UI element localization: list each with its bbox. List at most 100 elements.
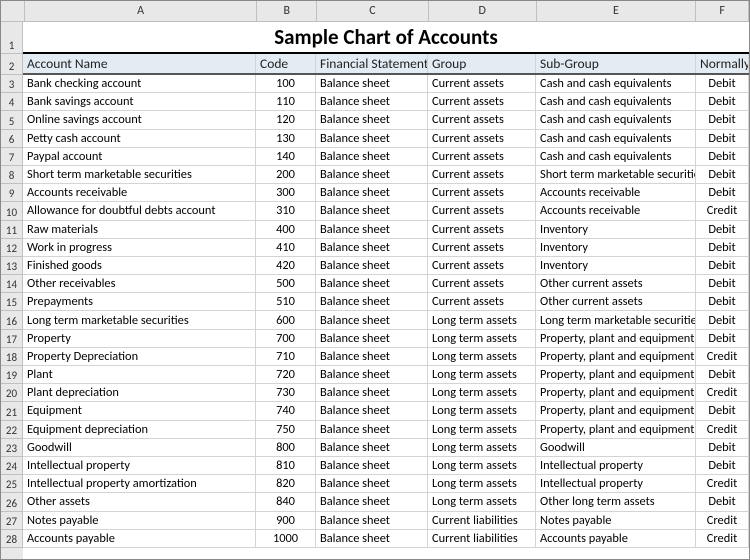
cell-sub-group[interactable]: Property, plant and equipment — [536, 421, 696, 438]
cell-financial-statement[interactable]: Balance sheet — [316, 311, 428, 328]
row-head-28[interactable]: 28 — [1, 530, 23, 548]
cell-code[interactable]: 800 — [256, 439, 316, 456]
cell-account-name[interactable]: Intellectual property — [23, 457, 256, 474]
cell-code[interactable]: 600 — [256, 311, 316, 328]
cell-code[interactable]: 300 — [256, 184, 316, 201]
cell-financial-statement[interactable]: Balance sheet — [316, 239, 428, 256]
cell-group[interactable]: Long term assets — [428, 475, 536, 492]
col-head-F[interactable]: F — [696, 1, 749, 21]
cell-group[interactable]: Long term assets — [428, 402, 536, 419]
cell-account-name[interactable]: Equipment — [23, 402, 256, 419]
cell-account-name[interactable]: Long term marketable securities — [23, 311, 256, 328]
cell-group[interactable]: Long term assets — [428, 348, 536, 365]
cell-sub-group[interactable]: Accounts payable — [536, 530, 696, 547]
sheet-title[interactable]: Sample Chart of Accounts — [23, 22, 749, 52]
cell-group[interactable]: Current assets — [428, 275, 536, 292]
cell-sub-group[interactable]: Property, plant and equipment — [536, 330, 696, 347]
cell-financial-statement[interactable]: Balance sheet — [316, 384, 428, 401]
cell-sub-group[interactable]: Accounts receivable — [536, 184, 696, 201]
cell-code[interactable]: 130 — [256, 130, 316, 147]
row-head-19[interactable]: 19 — [1, 366, 23, 384]
cell-financial-statement[interactable]: Balance sheet — [316, 475, 428, 492]
row-head-5[interactable]: 5 — [1, 111, 23, 129]
cell-code[interactable]: 730 — [256, 384, 316, 401]
cell-normally[interactable]: Debit — [696, 239, 749, 256]
cell-account-name[interactable]: Paypal account — [23, 148, 256, 165]
cell-account-name[interactable]: Goodwill — [23, 439, 256, 456]
cell-normally[interactable]: Debit — [696, 330, 749, 347]
cell-account-name[interactable]: Intellectual property amortization — [23, 475, 256, 492]
col-head-E[interactable]: E — [537, 1, 697, 21]
cell-sub-group[interactable]: Goodwill — [536, 439, 696, 456]
cell-group[interactable]: Current assets — [428, 239, 536, 256]
header-normally[interactable]: Normally — [696, 54, 749, 73]
cell-group[interactable]: Long term assets — [428, 493, 536, 510]
cell-sub-group[interactable]: Cash and cash equivalents — [536, 130, 696, 147]
cell-account-name[interactable]: Accounts receivable — [23, 184, 256, 201]
cell-group[interactable]: Current liabilities — [428, 530, 536, 547]
col-head-A[interactable]: A — [25, 1, 257, 21]
cell-account-name[interactable]: Prepayments — [23, 293, 256, 310]
cell-group[interactable]: Long term assets — [428, 366, 536, 383]
cell-normally[interactable]: Debit — [696, 111, 749, 128]
cell-financial-statement[interactable]: Balance sheet — [316, 275, 428, 292]
cell-code[interactable]: 750 — [256, 421, 316, 438]
cell-normally[interactable]: Credit — [696, 421, 749, 438]
cell-group[interactable]: Current assets — [428, 257, 536, 274]
col-head-C[interactable]: C — [317, 1, 429, 21]
cell-sub-group[interactable]: Inventory — [536, 239, 696, 256]
cell-normally[interactable]: Debit — [696, 75, 749, 92]
cell-code[interactable]: 100 — [256, 75, 316, 92]
cell-group[interactable]: Current assets — [428, 293, 536, 310]
col-head-B[interactable]: B — [257, 1, 317, 21]
header-sub-group[interactable]: Sub-Group — [536, 54, 696, 73]
row-head-11[interactable]: 11 — [1, 221, 23, 239]
row-head-26[interactable]: 26 — [1, 493, 23, 511]
cell-normally[interactable]: Credit — [696, 384, 749, 401]
cell-group[interactable]: Long term assets — [428, 330, 536, 347]
cell-account-name[interactable]: Notes payable — [23, 512, 256, 529]
cell-account-name[interactable]: Plant depreciation — [23, 384, 256, 401]
cell-group[interactable]: Long term assets — [428, 311, 536, 328]
cell-normally[interactable]: Debit — [696, 293, 749, 310]
cell-financial-statement[interactable]: Balance sheet — [316, 421, 428, 438]
cell-code[interactable]: 120 — [256, 111, 316, 128]
header-financial-statement[interactable]: Financial Statement — [316, 54, 428, 73]
cell-financial-statement[interactable]: Balance sheet — [316, 330, 428, 347]
cell-normally[interactable]: Credit — [696, 348, 749, 365]
cell-normally[interactable]: Debit — [696, 275, 749, 292]
row-head-4[interactable]: 4 — [1, 93, 23, 111]
cell-financial-statement[interactable]: Balance sheet — [316, 366, 428, 383]
cell-sub-group[interactable]: Long term marketable securities — [536, 311, 696, 328]
cell-sub-group[interactable]: Cash and cash equivalents — [536, 148, 696, 165]
cell-code[interactable]: 510 — [256, 293, 316, 310]
cell-account-name[interactable]: Raw materials — [23, 221, 256, 238]
cell-sub-group[interactable]: Inventory — [536, 257, 696, 274]
row-head-10[interactable]: 10 — [1, 202, 23, 220]
cell-account-name[interactable]: Equipment depreciation — [23, 421, 256, 438]
cell-code[interactable]: 140 — [256, 148, 316, 165]
cell-sub-group[interactable]: Inventory — [536, 221, 696, 238]
cell-normally[interactable]: Credit — [696, 512, 749, 529]
row-head-18[interactable]: 18 — [1, 348, 23, 366]
cell-financial-statement[interactable]: Balance sheet — [316, 202, 428, 219]
cell-sub-group[interactable]: Intellectual property — [536, 457, 696, 474]
cell-code[interactable]: 400 — [256, 221, 316, 238]
cell-normally[interactable]: Debit — [696, 493, 749, 510]
row-head-15[interactable]: 15 — [1, 293, 23, 311]
row-head-16[interactable]: 16 — [1, 311, 23, 329]
cell-financial-statement[interactable]: Balance sheet — [316, 93, 428, 110]
cell-normally[interactable]: Debit — [696, 402, 749, 419]
cell-financial-statement[interactable]: Balance sheet — [316, 493, 428, 510]
cell-financial-statement[interactable]: Balance sheet — [316, 439, 428, 456]
cell-sub-group[interactable]: Short term marketable securities — [536, 166, 696, 183]
row-head-21[interactable]: 21 — [1, 402, 23, 420]
row-head-9[interactable]: 9 — [1, 184, 23, 202]
row-head-25[interactable]: 25 — [1, 475, 23, 493]
cell-group[interactable]: Long term assets — [428, 384, 536, 401]
row-head-12[interactable]: 12 — [1, 239, 23, 257]
cell-account-name[interactable]: Bank savings account — [23, 93, 256, 110]
cell-financial-statement[interactable]: Balance sheet — [316, 402, 428, 419]
cell-financial-statement[interactable]: Balance sheet — [316, 166, 428, 183]
cell-normally[interactable]: Debit — [696, 184, 749, 201]
